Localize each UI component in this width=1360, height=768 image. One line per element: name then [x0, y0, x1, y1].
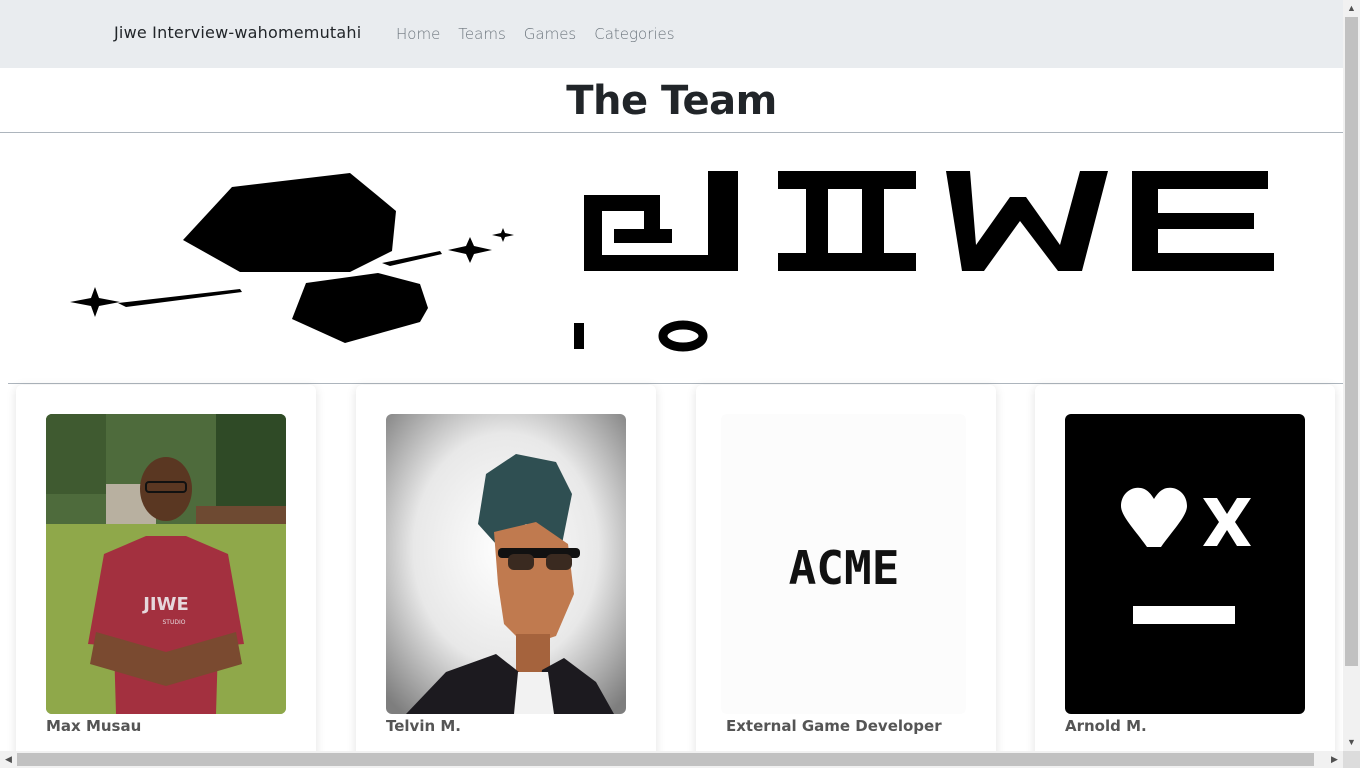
- acme-logo-text: ACME: [789, 541, 900, 595]
- logo-letter-e: [1132, 171, 1274, 271]
- nav-link-games[interactable]: Games: [524, 25, 576, 43]
- team-card-telvin[interactable]: Telvin M.: [356, 385, 656, 751]
- logo-io-bar: [574, 323, 584, 349]
- sparkle-shape: [70, 287, 120, 317]
- navbar-brand[interactable]: Jiwe Interview-wahomemutahi: [114, 23, 361, 42]
- page-title: The Team: [566, 78, 777, 124]
- banner-logo: [0, 133, 1343, 383]
- streak-shape: [118, 289, 242, 307]
- small-rock-shape: [292, 273, 428, 343]
- shirt-logo-text: JIWE: [141, 594, 189, 615]
- nav-link-home[interactable]: Home: [396, 25, 440, 43]
- streak-shape: [382, 251, 442, 266]
- nav-link-categories[interactable]: Categories: [594, 25, 674, 43]
- team-member-name: Arnold M.: [1065, 717, 1147, 735]
- nav-links: Home Teams Games Categories: [396, 25, 693, 43]
- sparkle-shape: [492, 228, 514, 242]
- team-photo-telvin: [386, 414, 626, 714]
- shirt-logo-sub: STUDIO: [163, 619, 186, 626]
- mouth-bar-shape: [1133, 606, 1235, 624]
- team-card-external-dev[interactable]: ACME External Game Developer: [696, 385, 996, 751]
- navbar: Jiwe Interview-wahomemutahi Home Teams G…: [0, 0, 1343, 68]
- heading-row: The Team: [0, 68, 1343, 133]
- team-card-max-musau[interactable]: JIWE STUDIO Max Musau: [16, 385, 316, 751]
- team-member-name: External Game Developer: [726, 717, 942, 735]
- vertical-scroll-thumb[interactable]: [1345, 17, 1358, 666]
- logo-letter-j: [584, 171, 738, 271]
- logo-letter-w: [946, 171, 1108, 271]
- scroll-down-arrow-icon[interactable]: ▼: [1343, 734, 1360, 751]
- horizontal-scrollbar[interactable]: ◀ ▶: [0, 751, 1343, 768]
- scroll-up-arrow-icon[interactable]: ▲: [1343, 0, 1360, 17]
- team-photo-max-musau: JIWE STUDIO: [46, 414, 286, 714]
- logo-io-ring: [658, 320, 708, 352]
- team-photo-acme: ACME: [721, 414, 966, 714]
- large-rock-shape: [183, 173, 396, 272]
- vertical-scrollbar[interactable]: ▲ ▼: [1343, 0, 1360, 751]
- team-member-name: Telvin M.: [386, 717, 461, 735]
- scroll-left-arrow-icon[interactable]: ◀: [0, 751, 17, 768]
- logo-letter-i: [778, 171, 916, 271]
- scrollbar-corner: [1343, 751, 1360, 768]
- banner-divider: [8, 383, 1343, 384]
- team-photo-arnold: [1065, 414, 1305, 714]
- team-member-name: Max Musau: [46, 717, 142, 735]
- sparkle-shape: [448, 237, 492, 263]
- horizontal-scroll-thumb[interactable]: [17, 753, 1314, 766]
- scroll-right-arrow-icon[interactable]: ▶: [1326, 751, 1343, 768]
- jiwe-logo-image: [70, 171, 1274, 352]
- team-card-arnold[interactable]: Arnold M.: [1035, 385, 1335, 751]
- page: Jiwe Interview-wahomemutahi Home Teams G…: [0, 0, 1343, 751]
- nav-link-teams[interactable]: Teams: [458, 25, 505, 43]
